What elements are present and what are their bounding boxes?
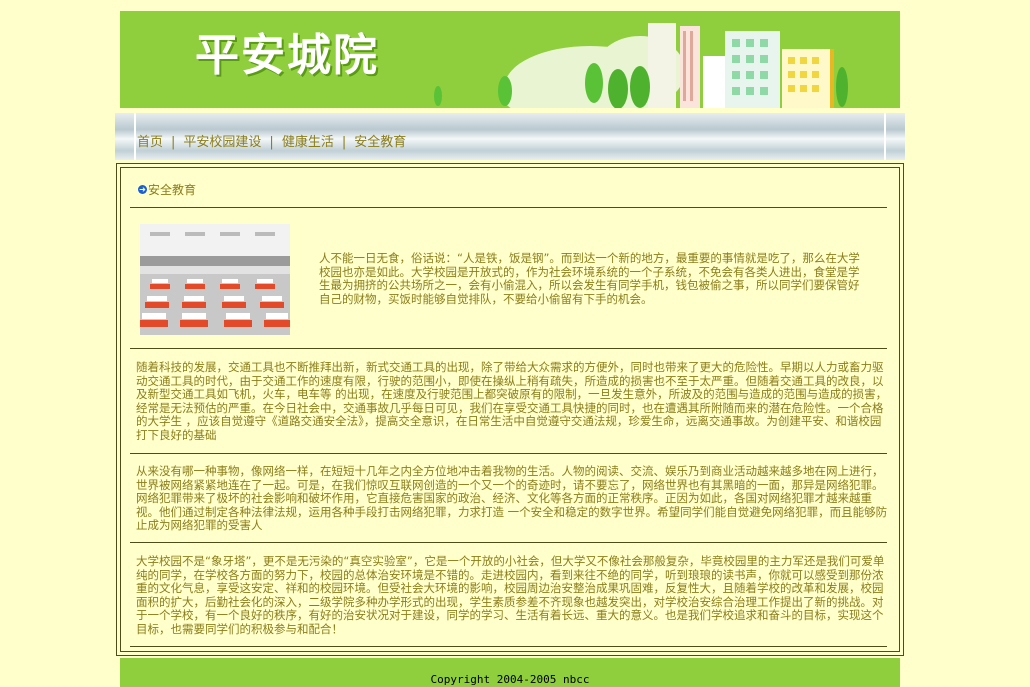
cafeteria-photo (140, 224, 290, 335)
nav-separator: | (341, 135, 347, 150)
divider (130, 453, 887, 454)
divider (130, 542, 887, 543)
nav-separator: | (171, 135, 176, 150)
nav-separator: | (269, 135, 274, 150)
nav-divider (134, 113, 136, 160)
nav-link-home[interactable]: 首页 (137, 135, 163, 150)
nav-link-safety-education[interactable]: 安全教育 (354, 135, 406, 150)
section-title: 安全教育 (148, 183, 197, 197)
intro-paragraph: 人不能一日无食，俗话说：“人是铁，饭是钢”。而到达一个新的地方，最重要的事情就是… (319, 251, 860, 306)
nav-divider (884, 113, 886, 160)
section-heading: ➜ 安全教育 (138, 181, 196, 198)
nav-menu: 首页 | 平安校园建设 | 健康生活 | 安全教育 (137, 131, 406, 150)
content-panel: ➜ 安全教育 人不能一日无食，俗话说：“人是铁，饭是钢”。而到达一个新的地方，最… (116, 163, 904, 656)
cyber-crime-paragraph: 从来没有哪一种事物，像网络一样，在短短十几年之内全方位地冲击着我物的生活。人物的… (136, 464, 888, 532)
divider (130, 646, 887, 647)
header-banner: 平安城院 (120, 11, 900, 108)
traffic-safety-paragraph: 随着科技的发展，交通工具也不断推拜出新，新式交通工具的出现，除了带给大众需求的方… (136, 360, 888, 442)
nav-link-healthy-living[interactable]: 健康生活 (282, 135, 334, 150)
nav-link-campus-safety[interactable]: 平安校园建设 (183, 135, 261, 150)
divider (130, 207, 887, 208)
footer: Copyright 2004-2005 nbcc (120, 658, 900, 687)
divider (130, 348, 887, 349)
site-logo: 平安城院 (195, 30, 379, 81)
copyright-text: Copyright 2004-2005 nbcc (430, 673, 590, 686)
circle-arrow-icon: ➜ (138, 185, 147, 194)
content-frame: ➜ 安全教育 人不能一日无食，俗话说：“人是铁，饭是钢”。而到达一个新的地方，最… (120, 167, 900, 652)
campus-security-paragraph: 大学校园不是“象牙塔”，更不是无污染的“真空实验室”，它是一个开放的小社会，但大… (136, 554, 885, 636)
nav-bar: 首页 | 平安校园建设 | 健康生活 | 安全教育 (115, 113, 905, 160)
